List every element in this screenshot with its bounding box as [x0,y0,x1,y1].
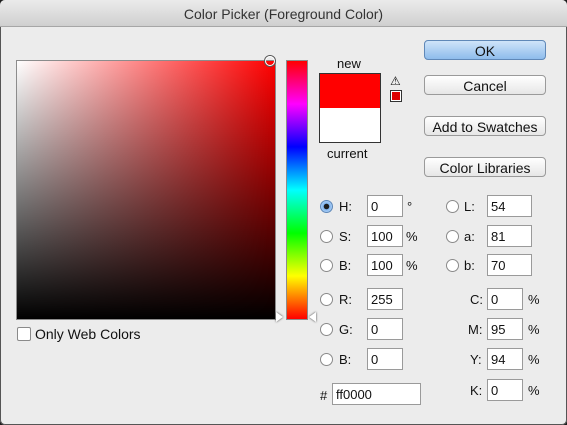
lab-a-radio[interactable] [446,230,459,243]
saturation-label: S: [339,229,352,244]
warning-triangle-icon[interactable]: ⚠ [390,74,401,88]
lab-l-radio[interactable] [446,200,459,213]
hue-unit: ° [407,199,413,214]
lab-b-radio[interactable] [446,259,459,272]
hue-slider-handle-left[interactable] [276,312,283,322]
lab-l-field[interactable]: 54 [487,195,532,217]
only-web-colors-checkbox[interactable] [17,327,31,341]
red-field[interactable]: 255 [367,288,403,310]
color-preview [319,73,381,143]
lab-b-label: b: [464,258,475,273]
new-color-swatch [320,74,380,108]
brightness-radio[interactable] [320,259,333,272]
green-radio[interactable] [320,323,333,336]
blue-radio[interactable] [320,353,333,366]
cyan-label: C: [470,292,483,307]
hue-radio[interactable] [320,200,333,213]
green-field[interactable]: 0 [367,318,403,340]
hex-field[interactable]: ff0000 [332,383,421,405]
only-web-colors-label: Only Web Colors [35,326,141,342]
magenta-label: M: [468,322,483,337]
saturation-field[interactable]: 100 [367,225,403,247]
add-to-swatches-button[interactable]: Add to Swatches [424,116,546,136]
hue-slider[interactable] [286,60,308,320]
yellow-field[interactable]: 94 [487,348,523,370]
current-color-swatch[interactable] [320,108,380,142]
blue-field[interactable]: 0 [367,348,403,370]
cyan-unit: % [528,292,540,307]
magenta-unit: % [528,322,540,337]
saturation-unit: % [406,229,418,244]
yellow-unit: % [528,352,540,367]
cancel-button[interactable]: Cancel [424,75,546,95]
ok-button[interactable]: OK [424,40,546,60]
title-bar[interactable]: Color Picker (Foreground Color) [0,0,567,27]
color-libraries-button[interactable]: Color Libraries [424,157,546,177]
current-color-label: current [327,146,368,161]
window-title: Color Picker (Foreground Color) [183,6,384,22]
blue-label: B: [339,352,352,367]
saturation-radio[interactable] [320,230,333,243]
black-field[interactable]: 0 [487,379,523,401]
hue-label: H: [339,199,352,214]
yellow-label: Y: [470,352,482,367]
color-field-marker[interactable] [265,56,275,66]
cyan-field[interactable]: 0 [487,288,523,310]
brightness-label: B: [339,258,352,273]
gamut-swatch-icon[interactable] [390,90,402,102]
color-picker-window: Color Picker (Foreground Color) Only Web… [0,0,567,425]
lab-l-label: L: [464,199,475,214]
brightness-unit: % [406,258,418,273]
red-radio[interactable] [320,293,333,306]
hue-slider-handle-right[interactable] [309,312,316,322]
black-unit: % [528,383,540,398]
black-label: K: [470,383,483,398]
red-label: R: [339,292,352,307]
green-label: G: [339,322,353,337]
magenta-field[interactable]: 95 [487,318,523,340]
lab-b-field[interactable]: 70 [487,254,532,276]
lab-a-label: a: [464,229,475,244]
new-color-label: new [337,56,361,71]
saturation-brightness-field[interactable] [16,60,276,320]
lab-a-field[interactable]: 81 [487,225,532,247]
brightness-field[interactable]: 100 [367,254,403,276]
hue-field[interactable]: 0 [367,195,403,217]
hex-label: # [320,388,328,403]
